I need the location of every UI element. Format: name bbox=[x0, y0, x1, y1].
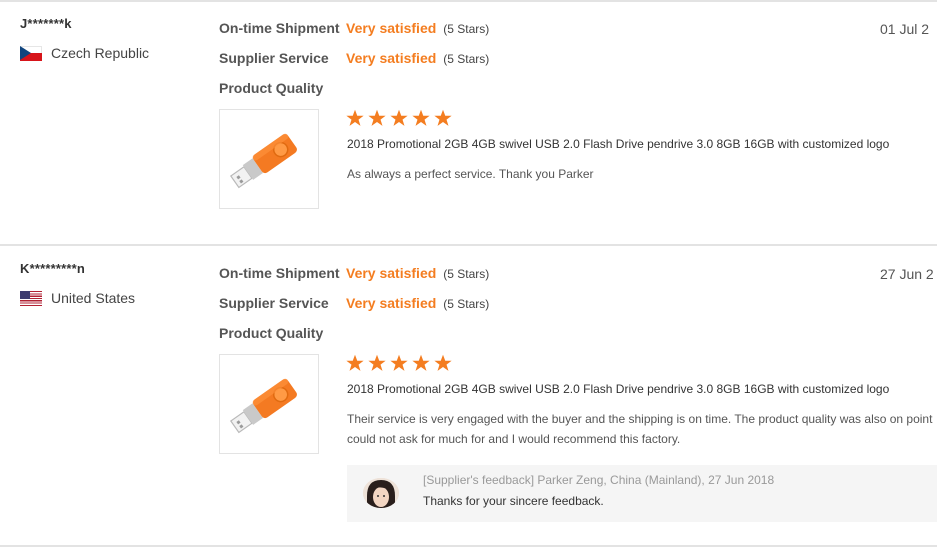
rating-label: On-time Shipment bbox=[219, 20, 340, 36]
rating-on-time-shipment: On-time Shipment Very satisfied (5 Stars… bbox=[219, 20, 489, 36]
rating-value: Very satisfied bbox=[346, 265, 437, 281]
star-icon bbox=[434, 354, 452, 371]
rating-supplier-service: Supplier Service Very satisfied (5 Stars… bbox=[219, 295, 489, 311]
supplier-feedback-meta: [Supplier's feedback] Parker Zeng, China… bbox=[423, 473, 775, 487]
buyer-country: United States bbox=[20, 290, 135, 306]
rating-supplier-service: Supplier Service Very satisfied (5 Stars… bbox=[219, 50, 489, 66]
rating-label: Product Quality bbox=[219, 325, 324, 341]
buyer-name: J*******k bbox=[20, 16, 72, 31]
rating-stars-text: (5 Stars) bbox=[443, 22, 490, 36]
review-divider bbox=[0, 244, 937, 246]
rating-value: Very satisfied bbox=[346, 20, 437, 36]
supplier-feedback: [Supplier's feedback] Parker Zeng, China… bbox=[347, 465, 937, 522]
buyer-country: Czech Republic bbox=[20, 45, 149, 61]
rating-stars-text: (5 Stars) bbox=[443, 52, 490, 66]
review-comment: As always a perfect service. Thank you P… bbox=[347, 164, 937, 184]
comment-line: Their service is very engaged with the b… bbox=[347, 412, 933, 426]
product-thumbnail[interactable] bbox=[219, 354, 319, 454]
star-icon bbox=[368, 354, 386, 371]
star-icon bbox=[390, 109, 408, 126]
country-name: Czech Republic bbox=[51, 45, 150, 61]
product-title-link[interactable]: 2018 Promotional 2GB 4GB swivel USB 2.0 … bbox=[347, 382, 889, 396]
usb-drive-icon bbox=[229, 133, 297, 189]
star-icon bbox=[412, 109, 430, 126]
rating-product-quality: Product Quality bbox=[219, 325, 346, 341]
star-icon bbox=[346, 109, 364, 126]
review-date: 01 Jul 2 bbox=[880, 21, 930, 37]
country-name: United States bbox=[51, 290, 136, 306]
rating-label: Product Quality bbox=[219, 80, 324, 96]
product-thumbnail[interactable] bbox=[219, 109, 319, 209]
rating-label: On-time Shipment bbox=[219, 265, 340, 281]
comment-line: could not ask for much for and I would r… bbox=[347, 432, 681, 446]
star-icon bbox=[412, 354, 430, 371]
rating-stars-text: (5 Stars) bbox=[443, 267, 490, 281]
product-title-link[interactable]: 2018 Promotional 2GB 4GB swivel USB 2.0 … bbox=[347, 137, 889, 151]
us-flag-icon bbox=[20, 290, 42, 306]
rating-stars-text: (5 Stars) bbox=[443, 297, 490, 311]
product-stars bbox=[346, 109, 456, 127]
rating-label: Supplier Service bbox=[219, 295, 329, 311]
star-icon bbox=[434, 109, 452, 126]
rating-product-quality: Product Quality bbox=[219, 80, 346, 96]
usb-drive-icon bbox=[229, 378, 297, 434]
czech-flag-icon bbox=[20, 45, 42, 61]
rating-value: Very satisfied bbox=[346, 50, 437, 66]
review-comment: Their service is very engaged with the b… bbox=[347, 409, 937, 449]
star-icon bbox=[346, 354, 364, 371]
top-divider bbox=[0, 0, 937, 2]
rating-label: Supplier Service bbox=[219, 50, 329, 66]
review-date: 27 Jun 2 bbox=[880, 266, 934, 282]
comment-line: As always a perfect service. Thank you P… bbox=[347, 167, 594, 181]
supplier-feedback-text: Thanks for your sincere feedback. bbox=[423, 494, 604, 508]
product-stars bbox=[346, 354, 456, 372]
supplier-avatar-icon bbox=[363, 478, 399, 508]
avatar bbox=[363, 478, 399, 508]
rating-on-time-shipment: On-time Shipment Very satisfied (5 Stars… bbox=[219, 265, 489, 281]
buyer-name: K*********n bbox=[20, 261, 86, 276]
rating-value: Very satisfied bbox=[346, 295, 437, 311]
star-icon bbox=[390, 354, 408, 371]
review-divider bbox=[0, 545, 937, 547]
star-icon bbox=[368, 109, 386, 126]
